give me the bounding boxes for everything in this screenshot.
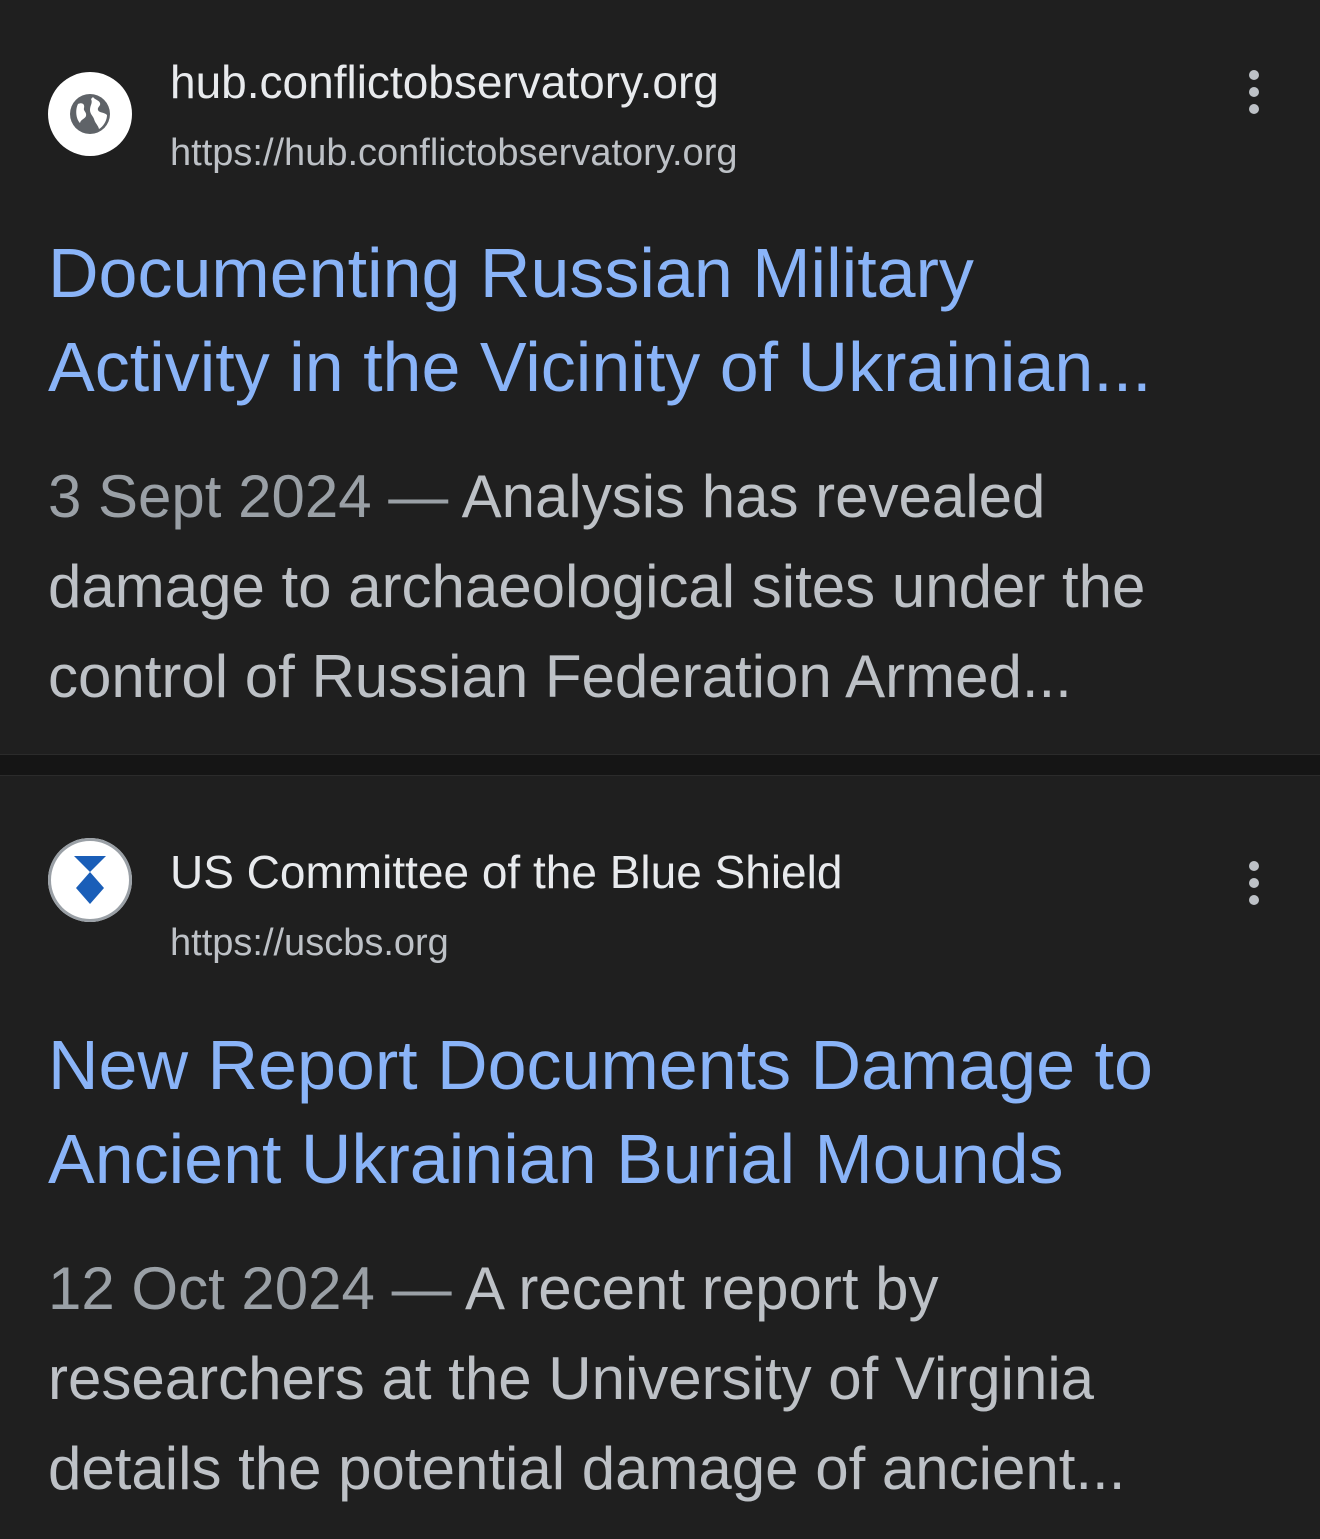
search-result: hub.conflictobservatory.org https://hub.… bbox=[0, 0, 1320, 754]
site-url[interactable]: https://uscbs.org bbox=[170, 920, 449, 966]
date-separator: — bbox=[388, 463, 449, 530]
blue-shield-logo-icon bbox=[74, 856, 106, 904]
result-snippet: 12 Oct 2024 — A recent report by researc… bbox=[48, 1244, 1288, 1514]
result-divider bbox=[0, 754, 1320, 776]
result-title-link[interactable]: New Report Documents Damage to Ancient U… bbox=[48, 1018, 1278, 1206]
more-options-button[interactable] bbox=[1228, 66, 1280, 118]
site-name[interactable]: US Committee of the Blue Shield bbox=[170, 844, 842, 900]
site-favicon[interactable] bbox=[48, 72, 132, 156]
snippet-line: Analysis has revealed bbox=[461, 463, 1046, 530]
more-options-button[interactable] bbox=[1228, 857, 1280, 909]
snippet-line: damage to archaeological sites under the bbox=[48, 553, 1146, 620]
globe-icon bbox=[70, 94, 110, 134]
result-date: 3 Sept 2024 bbox=[48, 463, 372, 530]
title-line: New Report Documents Damage to bbox=[48, 1026, 1153, 1104]
snippet-line: researchers at the University of Virgini… bbox=[48, 1345, 1095, 1412]
snippet-line: control of Russian Federation Armed... bbox=[48, 643, 1072, 710]
title-line: Ancient Ukrainian Burial Mounds bbox=[48, 1120, 1064, 1198]
site-url[interactable]: https://hub.conflictobservatory.org bbox=[170, 130, 737, 176]
date-separator: — bbox=[391, 1255, 452, 1322]
site-favicon[interactable] bbox=[48, 838, 132, 922]
more-vert-icon bbox=[1249, 70, 1259, 80]
title-line: Activity in the Vicinity of Ukrainian... bbox=[48, 328, 1152, 406]
result-snippet: 3 Sept 2024 — Analysis has revealed dama… bbox=[48, 452, 1288, 722]
snippet-line: A recent report by bbox=[464, 1255, 939, 1322]
more-vert-icon bbox=[1249, 861, 1259, 871]
result-title-link[interactable]: Documenting Russian Military Activity in… bbox=[48, 226, 1278, 414]
site-name[interactable]: hub.conflictobservatory.org bbox=[170, 54, 719, 110]
snippet-line: details the potential damage of ancient.… bbox=[48, 1435, 1126, 1502]
search-result: US Committee of the Blue Shield https://… bbox=[0, 776, 1320, 1539]
title-line: Documenting Russian Military bbox=[48, 234, 974, 312]
result-date: 12 Oct 2024 bbox=[48, 1255, 375, 1322]
